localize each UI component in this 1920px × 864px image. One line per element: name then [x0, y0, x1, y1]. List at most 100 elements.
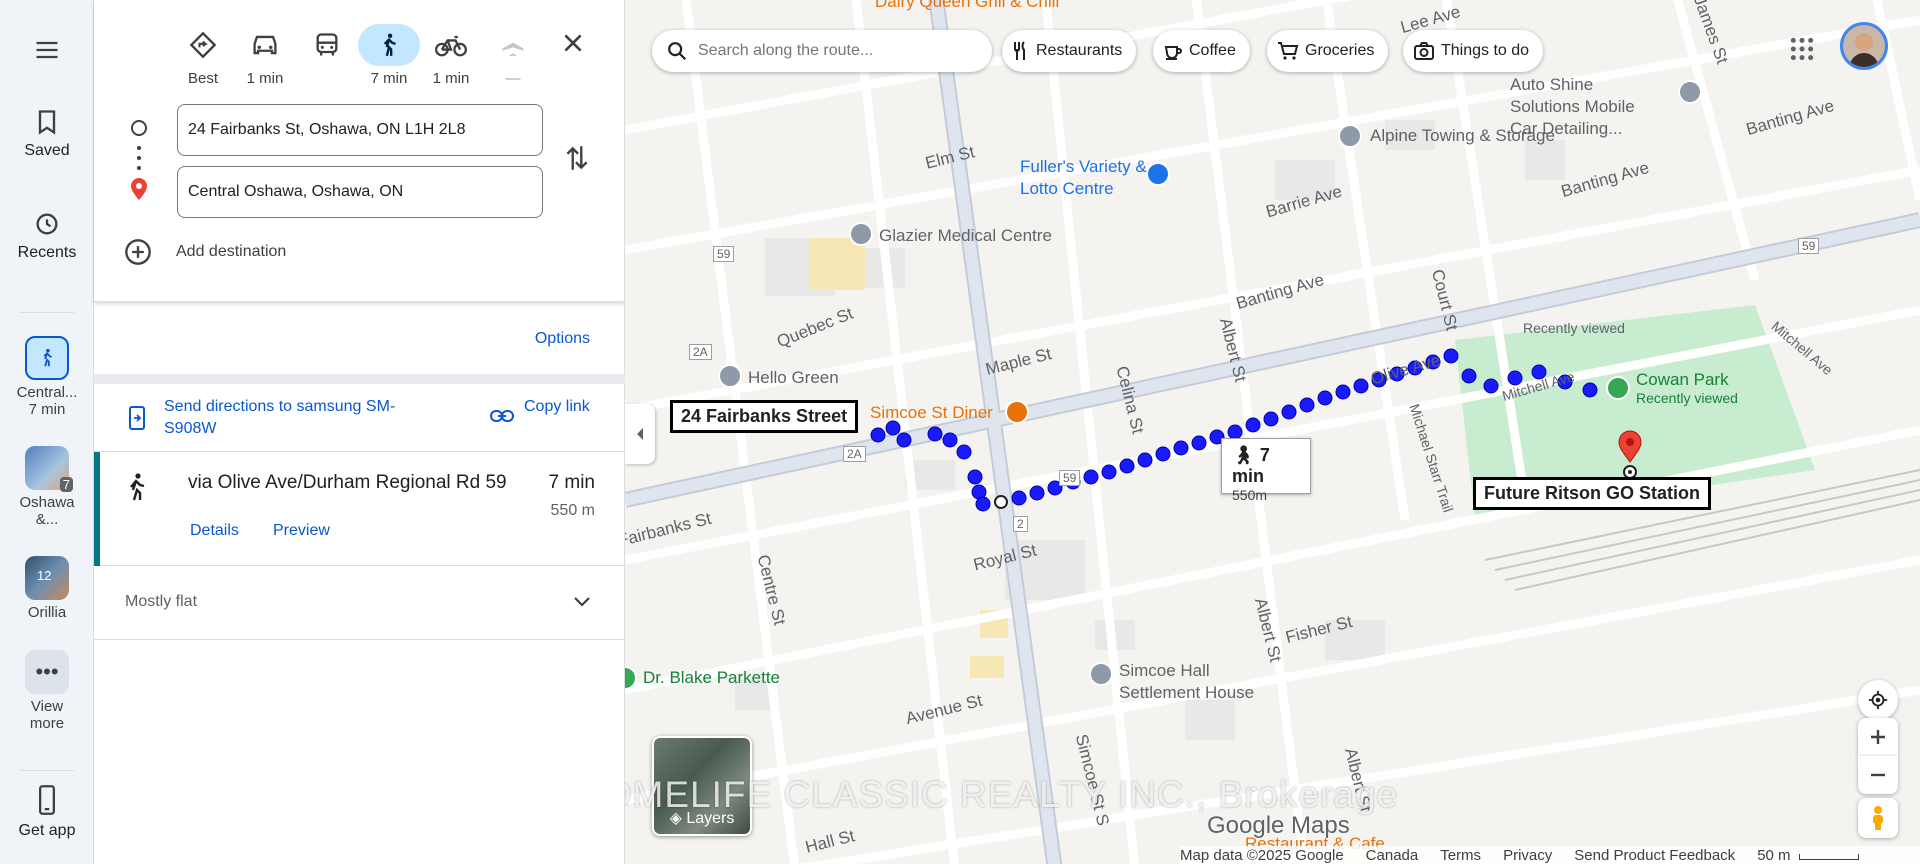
walk-icon	[43, 348, 52, 367]
map-canvas[interactable]: Elm St Quebec St Maple St Celina St Albe…	[625, 0, 1920, 864]
route-option[interactable]: via Olive Ave/Durham Regional Rd 59 7 mi…	[94, 452, 625, 566]
recent-badge: 12	[37, 568, 52, 583]
poi-fullers-variety[interactable]: Fuller's Variety & Lotto Centre	[1020, 156, 1150, 200]
preview-link[interactable]: Preview	[273, 522, 330, 540]
poi-pin-icon	[1089, 662, 1113, 686]
poi-simcoe-hall[interactable]: Simcoe Hall Settlement House	[1119, 660, 1259, 704]
menu-icon	[36, 41, 58, 59]
mode-best[interactable]: Best	[169, 24, 237, 87]
mode-driving[interactable]: 1 min	[231, 24, 299, 87]
view-more-button[interactable]: ••• View more	[0, 650, 94, 732]
zoom-in-button[interactable]	[1858, 718, 1898, 756]
recents-button[interactable]: Recents	[0, 210, 94, 262]
restaurant-icon	[1005, 400, 1029, 424]
region-link[interactable]: Canada	[1366, 847, 1419, 864]
poi-dairy-queen[interactable]: Dairy Queen Grill & Chill	[875, 0, 1059, 12]
bus-icon	[296, 24, 358, 66]
mode-cycling[interactable]: 1 min	[417, 24, 485, 87]
poi-pin-icon	[1678, 80, 1702, 104]
elevation-summary[interactable]: Mostly flat	[94, 566, 625, 640]
shopping-bag-icon	[1146, 162, 1170, 186]
bookmark-icon	[38, 110, 56, 135]
oshawa-thumb: 7	[25, 446, 73, 492]
chip-coffee[interactable]: Coffee	[1153, 30, 1250, 72]
origin-input[interactable]	[177, 104, 543, 156]
view-more-label: View more	[29, 698, 65, 732]
road-shield: 2A	[843, 446, 866, 462]
street-view-pegman[interactable]	[1858, 798, 1898, 838]
recent-sub: &...	[35, 511, 59, 528]
add-circle-icon	[125, 239, 151, 265]
route-time: 7 min	[548, 472, 595, 493]
close-directions-button[interactable]	[560, 30, 586, 61]
chevron-down-icon	[574, 597, 590, 607]
mode-walking[interactable]: 7 min	[355, 24, 423, 87]
google-apps-button[interactable]	[1789, 36, 1815, 67]
diamond-route-icon	[172, 24, 234, 66]
poi-hello-green[interactable]: Hello Green	[748, 368, 839, 388]
camera-icon	[1414, 42, 1434, 60]
route-waypoint-markers	[131, 120, 147, 200]
my-location-button[interactable]	[1858, 680, 1898, 720]
walk-icon	[358, 24, 420, 66]
rail-divider	[20, 312, 74, 313]
map-footer: Map data ©2025 Google Canada Terms Priva…	[1180, 846, 1920, 864]
saved-label: Saved	[24, 142, 70, 159]
fork-knife-icon	[1014, 41, 1025, 60]
send-directions-link[interactable]: Send directions to samsung SM-S908W	[164, 396, 424, 440]
collapse-panel-button[interactable]	[625, 404, 655, 464]
more-thumb: •••	[25, 650, 69, 694]
car-icon	[234, 24, 296, 66]
scale-bar[interactable]: 50 m	[1757, 847, 1859, 864]
poi-alpine-towing[interactable]: Alpine Towing & Storage	[1370, 126, 1555, 146]
privacy-link[interactable]: Privacy	[1503, 847, 1552, 864]
park-tree-icon	[1606, 376, 1630, 400]
get-app-button[interactable]: Get app	[0, 784, 94, 840]
more-dots-icon: •••	[35, 659, 59, 684]
details-link[interactable]: Details	[190, 522, 239, 540]
destination-pin-icon[interactable]	[1615, 430, 1645, 478]
search-route-input[interactable]	[698, 42, 968, 60]
poi-blake-parkette[interactable]: Dr. Blake Parkette	[643, 668, 780, 688]
chip-things-to-do[interactable]: Things to do	[1403, 30, 1544, 72]
selected-route-accent	[94, 452, 100, 566]
terms-link[interactable]: Terms	[1440, 847, 1481, 864]
menu-button[interactable]	[0, 36, 94, 70]
recent-item-central[interactable]: Central... 7 min	[0, 336, 94, 418]
mode-time: 1 min	[246, 70, 284, 87]
poi-pin-icon	[1338, 124, 1362, 148]
chip-groceries[interactable]: Groceries	[1267, 30, 1389, 72]
recent-item-orillia[interactable]: 12 Orillia	[0, 556, 94, 621]
scale-bar-line	[1798, 853, 1859, 860]
poi-simcoe-diner[interactable]: Simcoe St Diner	[870, 403, 993, 423]
mode-transit[interactable]	[293, 24, 361, 70]
destination-input[interactable]	[177, 166, 543, 218]
plane-icon	[482, 24, 544, 66]
account-avatar[interactable]	[1840, 22, 1888, 70]
poi-glazier-medical[interactable]: Glazier Medical Centre	[879, 226, 1052, 246]
saved-button[interactable]: Saved	[0, 108, 94, 160]
feedback-link[interactable]: Send Product Feedback	[1574, 847, 1735, 864]
pegman-icon	[1873, 806, 1883, 830]
search-along-route[interactable]	[652, 30, 992, 72]
mode-flights: —	[479, 24, 547, 87]
route-info-bubble[interactable]: 🚶︎ 7 min 550m	[1221, 438, 1311, 503]
chip-restaurants[interactable]: Restaurants	[1002, 30, 1137, 72]
poi-pin-icon	[718, 364, 742, 388]
add-destination-button[interactable]: Add destination	[124, 238, 286, 266]
bike-icon	[420, 24, 482, 66]
poi-cowan-park[interactable]: Cowan Park	[1636, 370, 1729, 390]
copy-link-button[interactable]: Copy link	[524, 396, 604, 418]
minus-icon	[1871, 773, 1885, 777]
link-icon	[490, 410, 514, 422]
search-icon	[668, 42, 687, 61]
send-to-phone-icon	[129, 406, 145, 430]
options-button[interactable]: Options	[535, 330, 590, 348]
recently-viewed-label: Recently viewed	[1523, 320, 1625, 336]
recent-item-oshawa[interactable]: 7 Oshawa &...	[0, 446, 94, 528]
swap-button[interactable]	[564, 142, 590, 179]
road-shield: 59	[1798, 238, 1820, 254]
rail-divider	[20, 770, 74, 771]
zoom-out-button[interactable]	[1858, 756, 1898, 794]
route-distance: 550 m	[550, 502, 595, 519]
